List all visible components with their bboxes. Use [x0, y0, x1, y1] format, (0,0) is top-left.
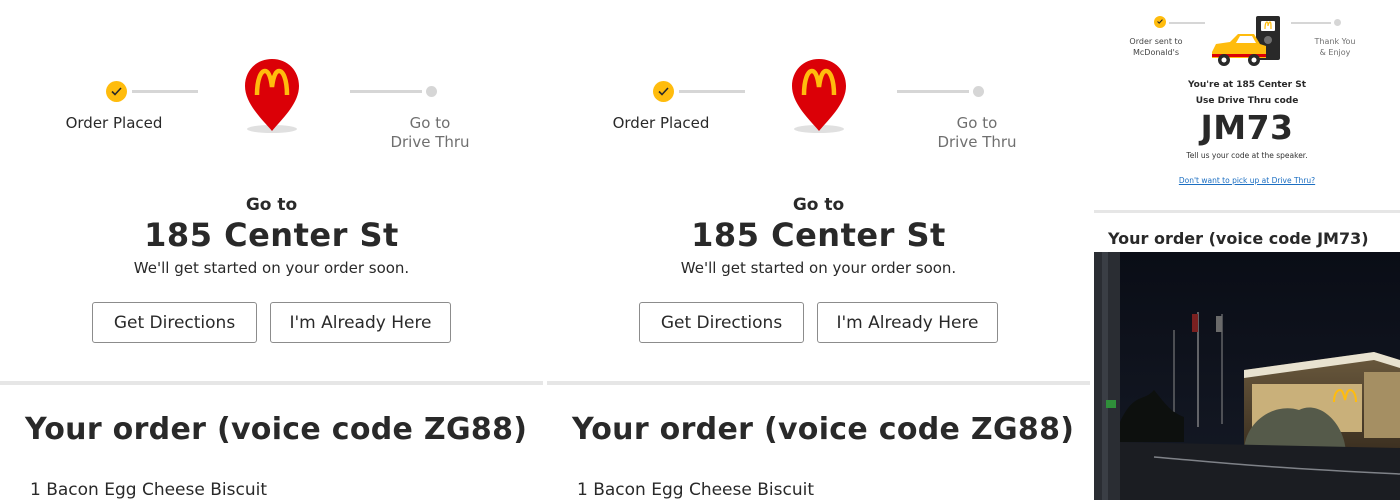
section-divider: [1094, 210, 1400, 213]
order-status-panel-2: Order Placed Go to Drive Thru Go to 185 …: [547, 0, 1090, 500]
location-confirmation: You're at 185 Center St: [1187, 80, 1307, 90]
step-go-to-drive-thru: Go to Drive Thru: [937, 114, 1017, 151]
step-order-sent: Order sent to McDonald's: [1129, 37, 1183, 57]
speaker-instruction: Tell us your code at the speaker.: [1186, 151, 1308, 160]
drive-thru-code: JM73: [1200, 108, 1294, 147]
get-directions-button[interactable]: Get Directions: [92, 302, 257, 343]
store-address: 185 Center St: [144, 216, 399, 254]
order-item: 1 Bacon Egg Cheese Biscuit: [577, 480, 814, 500]
mcdonalds-location-pin-icon: [245, 59, 299, 133]
progress-line: [679, 90, 745, 93]
cancel-drive-thru-link[interactable]: Don't want to pick up at Drive Thru?: [1094, 176, 1400, 185]
progress-line: [350, 90, 422, 93]
section-divider: [547, 381, 1090, 385]
drive-thru-code-panel: Order sent to McDonald's Thank You & Enj…: [1094, 0, 1400, 500]
order-title: Your order (voice code ZG88): [572, 412, 1075, 447]
progress-end-dot: [426, 86, 437, 97]
check-icon: [106, 81, 127, 102]
progress-end-dot: [973, 86, 984, 97]
mcdonalds-location-pin-icon: [792, 59, 846, 133]
check-icon: [653, 81, 674, 102]
go-to-heading: Go to: [245, 195, 298, 215]
progress-line: [132, 90, 198, 93]
store-address: 185 Center St: [691, 216, 946, 254]
progress-line: [897, 90, 969, 93]
order-title: Your order (voice code ZG88): [25, 412, 528, 447]
step-go-to-drive-thru: Go to Drive Thru: [390, 114, 470, 151]
order-title: Your order (voice code JM73): [1108, 229, 1369, 248]
go-to-heading: Go to: [792, 195, 845, 215]
progress-end-dot: [1334, 19, 1341, 26]
progress-line: [1291, 22, 1331, 24]
check-icon: [1154, 16, 1166, 28]
status-subtext: We'll get started on your order soon.: [133, 259, 410, 277]
progress-line: [1169, 22, 1205, 24]
get-directions-button[interactable]: Get Directions: [639, 302, 804, 343]
already-here-button[interactable]: I'm Already Here: [817, 302, 998, 343]
car-at-drive-thru-icon: [1212, 16, 1280, 66]
already-here-button[interactable]: I'm Already Here: [270, 302, 451, 343]
step-order-placed: Order Placed: [65, 114, 163, 132]
order-status-panel-1: Order Placed Go to Drive Thru Go to 185 …: [0, 0, 543, 500]
code-instruction: Use Drive Thru code: [1195, 96, 1299, 106]
restaurant-night-photo: [1094, 252, 1400, 500]
order-item: 1 Bacon Egg Cheese Biscuit: [30, 480, 267, 500]
status-subtext: We'll get started on your order soon.: [680, 259, 957, 277]
section-divider: [0, 381, 543, 385]
step-order-placed: Order Placed: [612, 114, 710, 132]
step-thank-you: Thank You & Enjoy: [1314, 37, 1356, 57]
